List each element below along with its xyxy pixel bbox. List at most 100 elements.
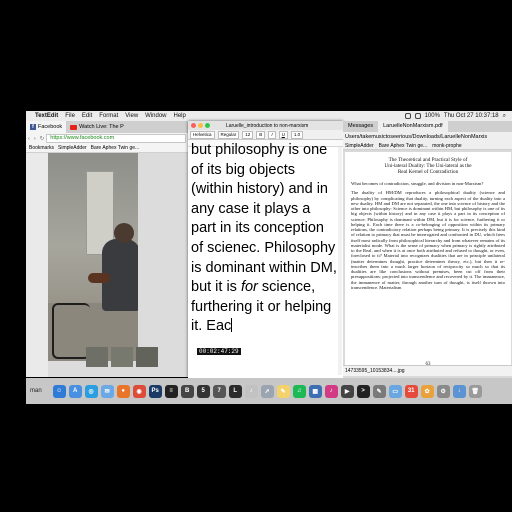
tab-messages[interactable]: Messages [343,121,378,132]
finder-icon[interactable]: ☺ [52,384,66,398]
bookmark-item[interactable]: Bare Aphex Twin ge... [379,142,428,149]
dock-label: man [30,388,42,394]
bookmark-item[interactable]: SimpleAdder [58,145,87,151]
intro-question: What becomes of contradiction, struggle,… [351,181,484,186]
rocket-icon[interactable]: ➚ [260,384,274,398]
pdf-tabs: Messages LaruelleNonMarxism.pdf [343,121,512,132]
reload-icon[interactable]: ↻ [40,136,45,142]
pdf-browser-window: Messages LaruelleNonMarxism.pdf Users/ta… [343,121,512,378]
document-text-main: but philosophy is one of its big objects… [191,142,337,296]
zoom-icon[interactable] [205,123,210,128]
close-icon[interactable] [191,123,196,128]
itunes-icon[interactable]: ♪ [324,384,338,398]
font-style-select[interactable]: Regular [217,130,240,139]
menu-help[interactable]: Help [174,113,186,119]
bookmark-item[interactable]: Bare Aphex Twin ge... [91,145,140,151]
bookmarks-bar: Bookmarks SimpleAdder Bare Aphex Twin ge… [26,144,190,153]
document-text[interactable]: but philosophy is one of its big objects… [191,141,339,337]
ableton-icon[interactable]: ≡ [164,384,178,398]
app-b-icon[interactable]: B [180,384,194,398]
folder-icon[interactable]: ▭ [388,384,402,398]
font-size-select[interactable]: 12 [242,130,254,139]
line-spacing-select[interactable]: 1.0 [290,130,304,139]
video-instrument [88,273,110,283]
app-7-icon[interactable]: 7 [212,384,226,398]
dock: man ☺ A ◎ ✉ ● ◉ Ps ≡ B 5 7 L ♪ ➚ ✎ ♫ ▦ ♪ ▶ > ✎ ▭ 31 ✿ ⚙ ↓ 🗑 [26,378,512,404]
spotify-icon[interactable]: ♫ [292,384,306,398]
video-timestamp: 00:02:47:29 [197,348,241,355]
photos-icon[interactable]: ✿ [420,384,434,398]
editor-title: Laruelle_introduction to non-marxism [226,122,309,129]
tab-pdf[interactable]: LaruelleNonMarxism.pdf [378,121,448,132]
calendar-icon[interactable]: 31 [404,384,418,398]
battery-percent[interactable]: 100% [425,113,440,119]
menu-window[interactable]: Window [145,113,166,119]
downloads-icon[interactable]: ↓ [452,384,466,398]
safari-icon[interactable]: ◎ [84,384,98,398]
terminal-icon[interactable]: > [356,384,370,398]
browser-tabs: f Facebook Watch Live: The P [26,121,190,133]
back-icon[interactable]: ‹ [28,136,30,142]
bold-button[interactable]: B [256,130,266,139]
menu-view[interactable]: View [125,113,138,119]
tab-label: Facebook [38,124,63,130]
facebook-icon: f [30,124,36,130]
music-icon[interactable]: ♪ [244,384,258,398]
firefox-icon[interactable]: ● [116,384,130,398]
mail-icon[interactable]: ✉ [100,384,114,398]
pdf-path-bar[interactable]: Users/takemusictoseerious/Downloads/Laru… [343,132,512,142]
editor-scrollbar[interactable] [338,147,342,375]
live-icon[interactable]: L [228,384,242,398]
minimize-icon[interactable] [198,123,203,128]
bookmark-item[interactable]: monk-prophe [432,142,461,149]
bookmark-item[interactable]: Bookmarks [29,145,54,151]
app-5-icon[interactable]: 5 [196,384,210,398]
grid-icon[interactable]: ▦ [308,384,322,398]
pdf-page[interactable]: The Theoretical and Practical Style of U… [345,152,511,372]
status-area: 100% Thu Oct 27 10:37:18 ⌕ [404,113,512,120]
forward-icon[interactable]: › [34,136,36,142]
settings-icon[interactable]: ⚙ [436,384,450,398]
browser-window: f Facebook Watch Live: The P ‹ › ↻ https… [26,121,190,377]
wifi-icon[interactable] [414,113,421,119]
url-field[interactable]: https://www.facebook.com [46,134,186,143]
download-file[interactable]: 14733595_10153834....jpg [345,368,405,374]
font-family-select[interactable]: Helvetica [190,130,215,139]
menu-file[interactable]: File [65,113,75,119]
text-caret [231,318,233,333]
underline-button[interactable]: U [278,130,288,139]
chrome-icon[interactable]: ◉ [132,384,146,398]
thumbnail[interactable] [111,347,133,367]
editor-titlebar: Laruelle_introduction to non-marxism [188,121,343,130]
textedit-window: Laruelle_introduction to non-marxism Hel… [188,121,343,378]
video-chair [52,303,90,359]
tab-label: Watch Live: The P [79,124,124,130]
menu-format[interactable]: Format [99,113,118,119]
photo-thumbnails [86,347,186,367]
dock-icons: ☺ A ◎ ✉ ● ◉ Ps ≡ B 5 7 L ♪ ➚ ✎ ♫ ▦ ♪ ▶ > ✎ ▭ 31 ✿ ⚙ ↓ 🗑 [52,384,482,398]
document-text-italic: for [240,279,258,296]
menu-app-name[interactable]: TextEdit [35,113,58,119]
notes-icon[interactable]: ✎ [276,384,290,398]
bookmark-item[interactable]: SimpleAdder [345,142,374,149]
editor-icon[interactable]: ✎ [372,384,386,398]
video-icon[interactable]: ▶ [340,384,354,398]
video-person-head [114,223,134,243]
dropbox-icon[interactable] [404,113,411,119]
pdf-bookmarks-bar: SimpleAdder Bare Aphex Twin ge... monk-p… [343,142,512,150]
menu-edit[interactable]: Edit [82,113,92,119]
thumbnail[interactable] [136,347,158,367]
italic-button[interactable]: I [268,130,276,139]
tab-watch-live[interactable]: Watch Live: The P [66,121,128,133]
tab-facebook[interactable]: f Facebook [26,121,67,133]
appstore-icon[interactable]: A [68,384,82,398]
trash-icon[interactable]: 🗑 [468,384,482,398]
photoshop-icon[interactable]: Ps [148,384,162,398]
youtube-icon [70,124,78,130]
section-heading: The Theoretical and Practical Style of U… [345,157,511,175]
clock[interactable]: Thu Oct 27 10:37:18 [444,113,499,119]
thumbnail[interactable] [86,347,108,367]
address-bar: ‹ › ↻ https://www.facebook.com [26,133,190,144]
video-frame[interactable] [48,153,138,361]
search-icon[interactable]: ⌕ [503,113,506,120]
